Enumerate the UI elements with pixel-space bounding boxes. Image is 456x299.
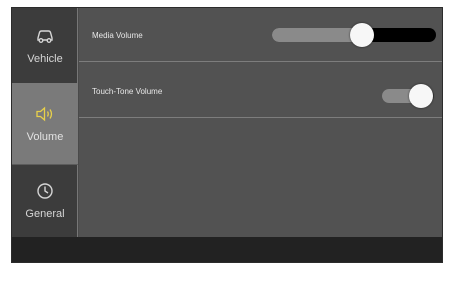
media-volume-row: Media Volume xyxy=(79,8,442,62)
bottom-bar xyxy=(12,237,442,262)
clock-icon xyxy=(35,181,55,201)
touch-tone-volume-slider[interactable] xyxy=(382,84,434,108)
sidebar-item-general[interactable]: General xyxy=(12,164,78,237)
speaker-icon xyxy=(35,104,55,124)
sidebar-item-label: Volume xyxy=(26,131,64,143)
sidebar: Vehicle Volume General xyxy=(12,8,78,237)
sidebar-item-label: General xyxy=(25,208,65,220)
volume-settings-panel: Media Volume Touch-Tone Volume xyxy=(79,8,442,237)
touch-tone-volume-row: Touch-Tone Volume xyxy=(79,64,442,118)
slider-knob[interactable] xyxy=(409,84,433,108)
car-icon xyxy=(35,26,55,46)
media-volume-slider[interactable] xyxy=(272,23,436,47)
settings-screen: Vehicle Volume General Media Volume Touc… xyxy=(11,7,443,263)
touch-tone-volume-label: Touch-Tone Volume xyxy=(92,87,163,96)
sidebar-item-volume[interactable]: Volume xyxy=(12,83,78,164)
sidebar-item-vehicle[interactable]: Vehicle xyxy=(12,8,78,83)
slider-fill xyxy=(272,28,362,42)
sidebar-item-label: Vehicle xyxy=(27,53,63,65)
media-volume-label: Media Volume xyxy=(92,31,143,40)
slider-knob[interactable] xyxy=(350,23,374,47)
